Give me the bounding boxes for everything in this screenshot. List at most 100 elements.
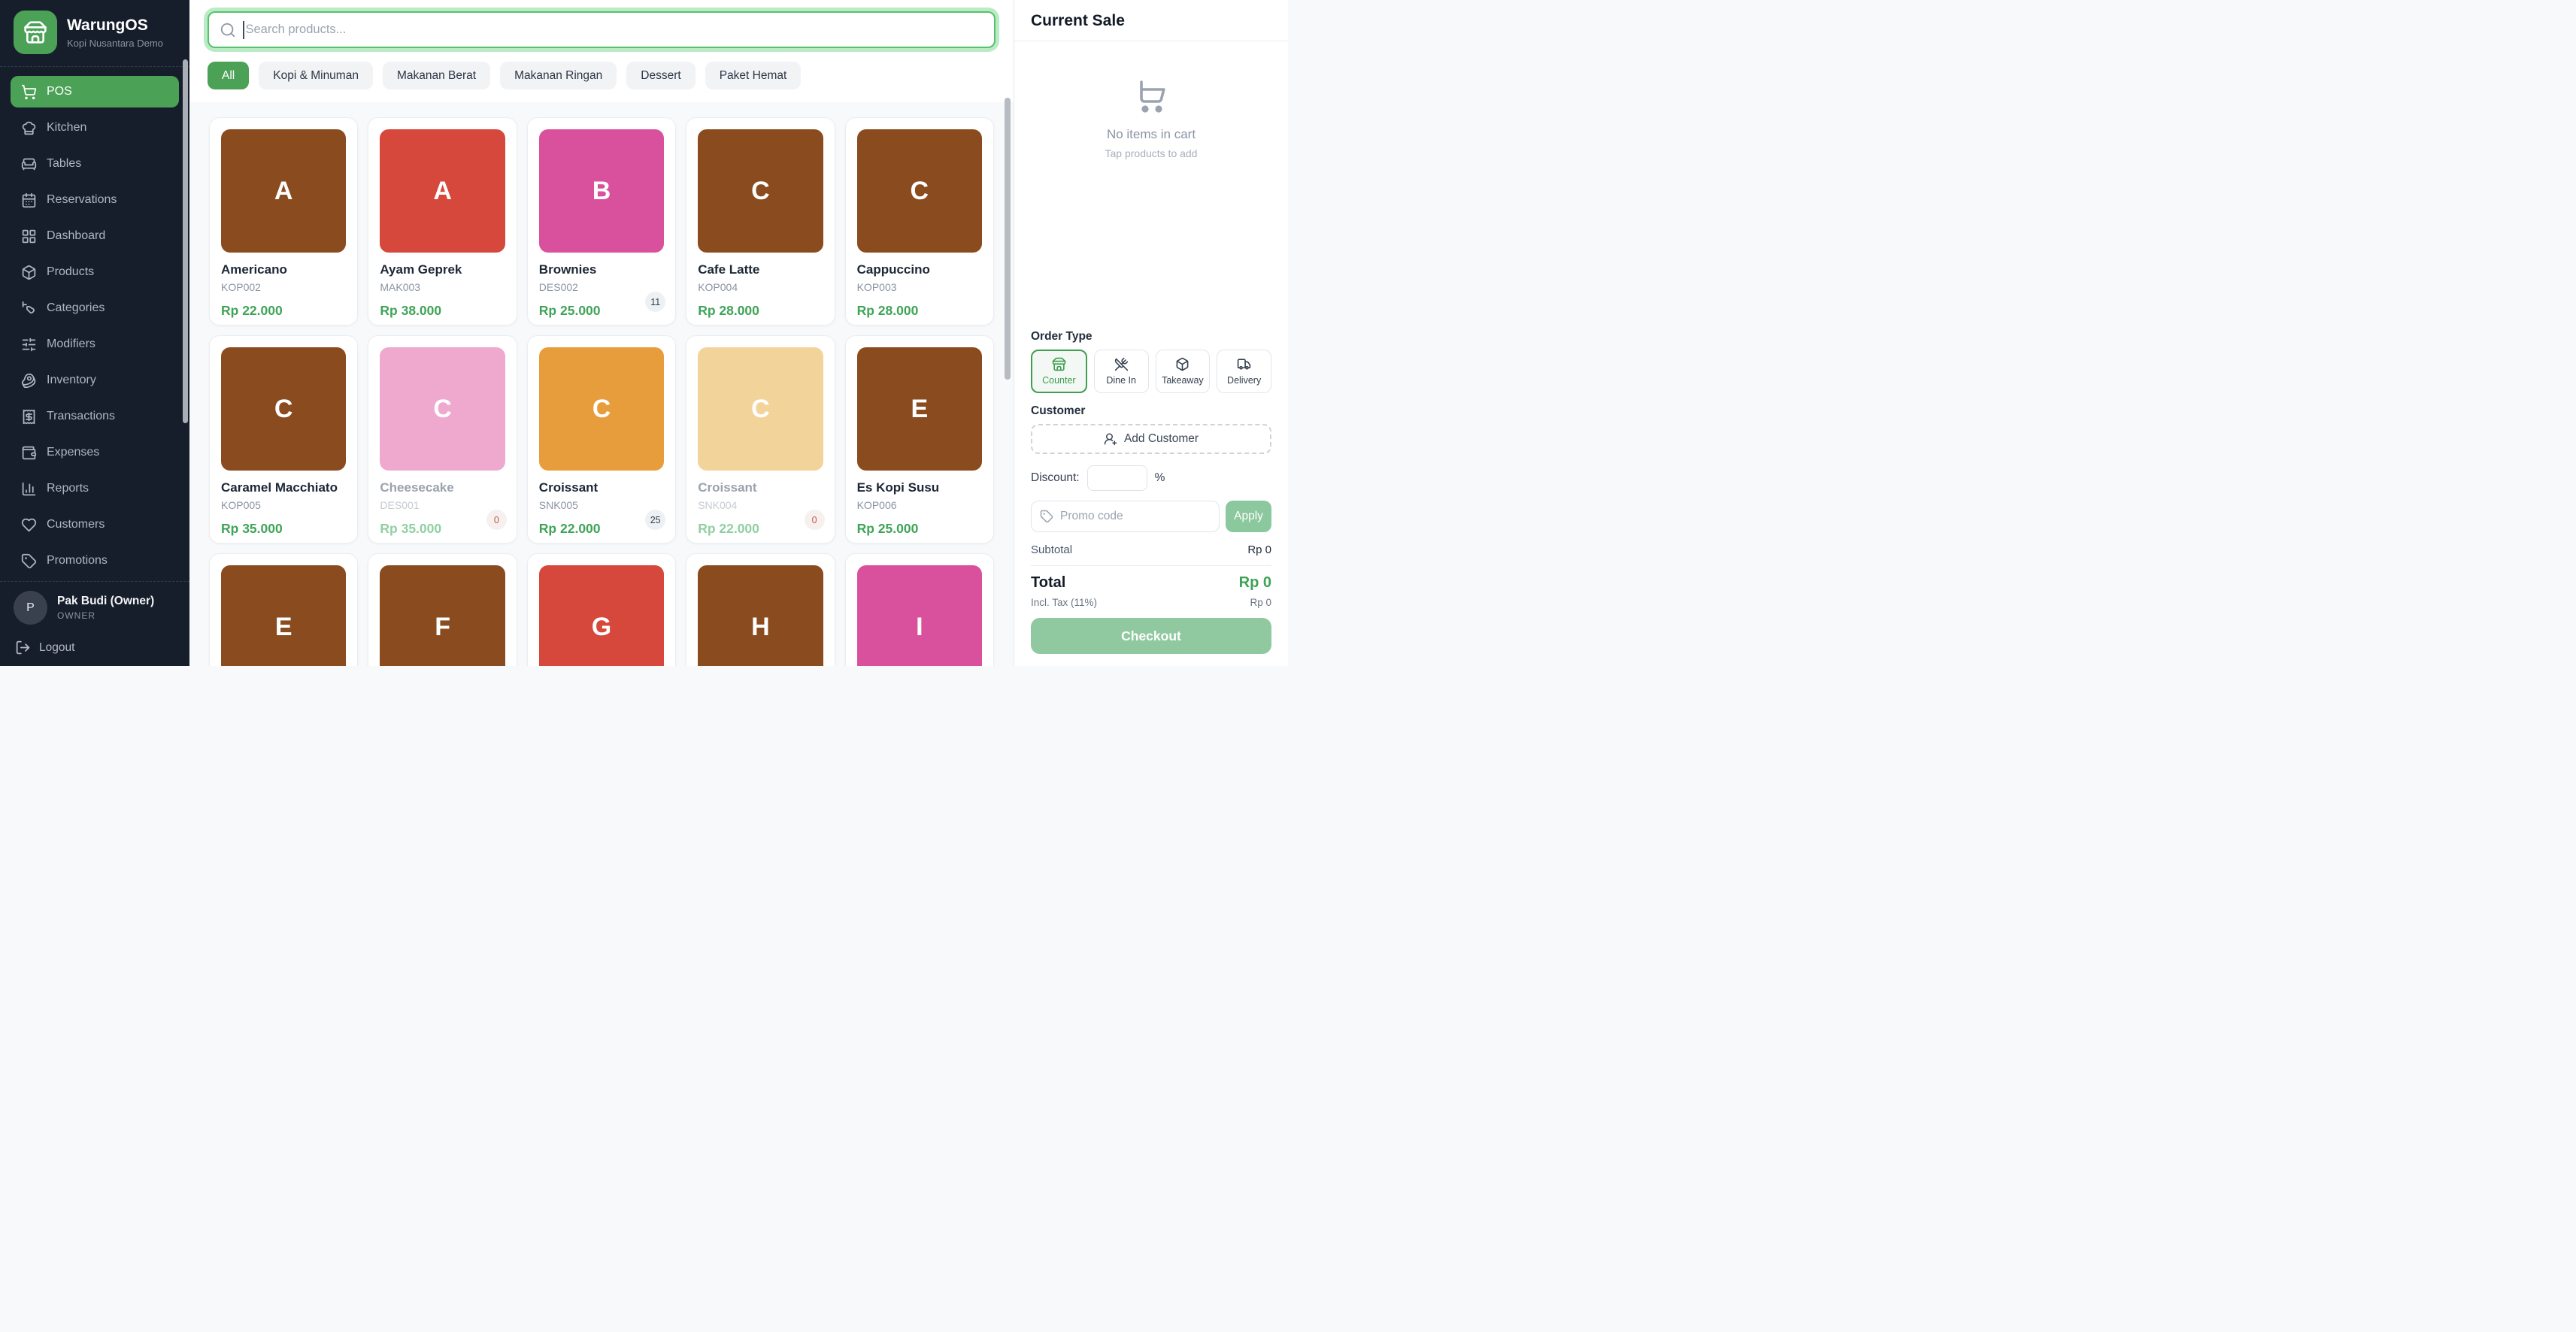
product-sku: KOP006 xyxy=(857,499,982,511)
user-profile[interactable]: P Pak Budi (Owner) OWNER xyxy=(14,591,176,625)
order-type-label: Order Type xyxy=(1031,330,1271,344)
product-sku: MAK003 xyxy=(380,281,505,293)
product-card[interactable]: F xyxy=(368,553,517,666)
sidebar-item-label: Transactions xyxy=(47,410,115,423)
product-card-out-of-stock[interactable]: C Croissant SNK004 Rp 22.000 0 xyxy=(686,335,835,543)
order-type-takeaway[interactable]: Takeaway xyxy=(1156,350,1211,393)
promo-code-input[interactable] xyxy=(1060,510,1211,523)
heart-icon xyxy=(21,517,37,533)
product-card[interactable]: C Croissant SNK005 Rp 22.000 25 xyxy=(527,335,676,543)
sidebar-item-reports[interactable]: Reports xyxy=(11,473,179,504)
filter-chip-paket-hemat[interactable]: Paket Hemat xyxy=(705,62,802,89)
main-content: All Kopi & Minuman Makanan Berat Makanan… xyxy=(189,0,1014,666)
product-card[interactable]: I xyxy=(845,553,994,666)
sidebar-item-inventory[interactable]: Inventory xyxy=(11,365,179,396)
sidebar-item-pos[interactable]: POS xyxy=(11,76,179,107)
empty-cart-subtitle: Tap products to add xyxy=(1014,147,1288,159)
product-name: Croissant xyxy=(698,480,823,495)
product-card[interactable]: C Caramel Macchiato KOP005 Rp 35.000 xyxy=(209,335,358,543)
sidebar-scrollbar[interactable] xyxy=(183,59,188,423)
filter-chip-all[interactable]: All xyxy=(208,62,249,89)
product-name: Cheesecake xyxy=(380,480,505,495)
product-tile: I xyxy=(857,565,982,666)
total-label: Total xyxy=(1031,574,1065,592)
order-type-counter[interactable]: Counter xyxy=(1031,350,1087,393)
sidebar-item-customers[interactable]: Customers xyxy=(11,509,179,540)
product-price: Rp 22.000 xyxy=(221,303,346,319)
product-card[interactable]: C Cafe Latte KOP004 Rp 28.000 xyxy=(686,117,835,325)
sidebar-item-label: Customers xyxy=(47,518,105,531)
shopping-cart-icon xyxy=(1133,77,1169,114)
product-card-out-of-stock[interactable]: C Cheesecake DES001 Rp 35.000 0 xyxy=(368,335,517,543)
product-tile: E xyxy=(857,347,982,471)
product-tile: C xyxy=(221,347,346,471)
chef-hat-icon xyxy=(21,120,37,136)
order-type-option-label: Delivery xyxy=(1227,375,1261,386)
subtotal-row: Subtotal Rp 0 xyxy=(1031,543,1271,566)
product-price: Rp 28.000 xyxy=(857,303,982,319)
apply-promo-button[interactable]: Apply xyxy=(1226,501,1271,532)
sidebar: WarungOS Kopi Nusantara Demo POS Kitchen… xyxy=(0,0,189,666)
product-card[interactable]: A Americano KOP002 Rp 22.000 xyxy=(209,117,358,325)
sidebar-item-tables[interactable]: Tables xyxy=(11,148,179,180)
product-tile: C xyxy=(698,129,823,253)
product-card[interactable]: E Es Kopi Susu KOP006 Rp 25.000 xyxy=(845,335,994,543)
add-customer-button[interactable]: Add Customer xyxy=(1031,424,1271,454)
search-input[interactable] xyxy=(246,23,984,37)
sidebar-item-reservations[interactable]: Reservations xyxy=(11,184,179,216)
main-header: All Kopi & Minuman Makanan Berat Makanan… xyxy=(189,0,1014,102)
sidebar-item-label: Reports xyxy=(47,482,89,495)
sidebar-item-modifiers[interactable]: Modifiers xyxy=(11,328,179,360)
product-card[interactable]: C Cappuccino KOP003 Rp 28.000 xyxy=(845,117,994,325)
stock-badge: 11 xyxy=(645,292,665,312)
sidebar-item-transactions[interactable]: Transactions xyxy=(11,401,179,432)
receipt-icon xyxy=(21,409,37,425)
sidebar-item-promotions[interactable]: Promotions xyxy=(11,545,179,577)
product-tile: C xyxy=(857,129,982,253)
product-price: Rp 35.000 xyxy=(221,521,346,537)
product-price: Rp 22.000 xyxy=(698,521,823,537)
logout-label: Logout xyxy=(39,641,74,655)
product-card[interactable]: B Brownies DES002 Rp 25.000 11 xyxy=(527,117,676,325)
filter-chip-makanan-berat[interactable]: Makanan Berat xyxy=(383,62,490,89)
order-type-option-label: Dine In xyxy=(1106,375,1136,386)
product-card[interactable]: H xyxy=(686,553,835,666)
product-sku: DES002 xyxy=(539,281,664,293)
tax-value: Rp 0 xyxy=(1250,597,1271,608)
checkout-button[interactable]: Checkout xyxy=(1031,618,1271,654)
sidebar-item-kitchen[interactable]: Kitchen xyxy=(11,112,179,144)
discount-input[interactable] xyxy=(1087,465,1147,491)
empty-cart-state: No items in cart Tap products to add xyxy=(1014,41,1288,159)
sidebar-item-dashboard[interactable]: Dashboard xyxy=(11,220,179,252)
product-tile: A xyxy=(221,129,346,253)
truck-icon xyxy=(1237,357,1251,371)
package-icon xyxy=(1175,357,1190,371)
discount-row: Discount: % xyxy=(1031,465,1271,491)
sidebar-item-products[interactable]: Products xyxy=(11,256,179,288)
subtotal-label: Subtotal xyxy=(1031,543,1072,556)
sidebar-item-expenses[interactable]: Expenses xyxy=(11,437,179,468)
product-name: Americano xyxy=(221,262,346,277)
sliders-icon xyxy=(21,337,37,353)
product-grid-scrollbar[interactable] xyxy=(1005,98,1011,380)
logout-button[interactable]: Logout xyxy=(14,637,176,658)
order-type-delivery[interactable]: Delivery xyxy=(1217,350,1271,393)
sidebar-item-label: Categories xyxy=(47,301,105,315)
sidebar-item-categories[interactable]: Categories xyxy=(11,292,179,324)
user-role: OWNER xyxy=(57,610,154,621)
order-type-dine-in[interactable]: Dine In xyxy=(1094,350,1149,393)
product-card[interactable]: G xyxy=(527,553,676,666)
filter-chip-makanan-ringan[interactable]: Makanan Ringan xyxy=(500,62,617,89)
bar-chart-icon xyxy=(21,481,37,497)
store-icon xyxy=(14,11,57,54)
sidebar-item-label: Kitchen xyxy=(47,121,86,135)
filter-chip-dessert[interactable]: Dessert xyxy=(626,62,695,89)
search-icon xyxy=(220,22,236,38)
filter-chip-kopi-minuman[interactable]: Kopi & Minuman xyxy=(259,62,373,89)
user-name: Pak Budi (Owner) xyxy=(57,595,154,608)
user-plus-icon xyxy=(1104,432,1117,446)
empty-cart-title: No items in cart xyxy=(1014,127,1288,142)
product-card[interactable]: E xyxy=(209,553,358,666)
app-name: WarungOS xyxy=(67,16,163,35)
product-card[interactable]: A Ayam Geprek MAK003 Rp 38.000 xyxy=(368,117,517,325)
